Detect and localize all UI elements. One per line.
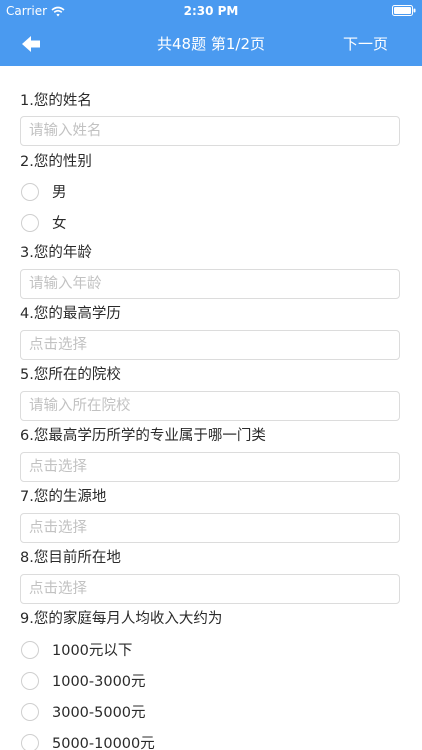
question-label: 9.您的家庭每月人均收入大约为 [20,611,223,627]
radio-circle-icon [21,672,39,690]
location-select-placeholder: 点击选择 [29,581,87,597]
radio-circle-icon [21,183,39,201]
origin-select[interactable]: 点击选择 [20,513,400,543]
income-option-3[interactable]: 3000-5000元 [20,701,320,725]
radio-circle-icon [21,214,39,232]
next-page-button[interactable]: 下一页 [343,34,388,54]
question-label: 3.您的年龄 [20,245,92,261]
radio-circle-icon [21,703,39,721]
question-label: 2.您的性别 [20,154,92,170]
radio-label: 1000元以下 [52,643,133,659]
question-label: 6.您最高学历所学的专业属于哪一门类 [20,428,266,444]
app-header: Carrier 2:30 PM 共48题 第1/2页 下一页 [0,0,422,66]
question-label: 1.您的姓名 [20,93,92,109]
nav-bar: 共48题 第1/2页 下一页 [0,22,422,66]
back-button[interactable] [20,32,60,56]
age-field[interactable]: 请输入年龄 [20,269,400,299]
radio-circle-icon [21,641,39,659]
gender-option-female[interactable]: 女 [20,212,320,236]
question-label: 4.您的最高学历 [20,306,121,322]
education-select[interactable]: 点击选择 [20,330,400,360]
clock: 2:30 PM [183,4,239,18]
radio-label: 1000-3000元 [52,674,146,690]
location-select[interactable]: 点击选择 [20,574,400,604]
major-select[interactable]: 点击选择 [20,452,400,482]
arrow-left-icon [22,36,40,52]
income-option-1[interactable]: 1000元以下 [20,639,320,663]
page-title: 共48题 第1/2页 [157,35,265,53]
radio-label: 5000-10000元 [52,736,155,750]
question-label: 5.您所在的院校 [20,367,121,383]
survey-screen: Carrier 2:30 PM 共48题 第1/2页 下一页 1.您的姓名 请输… [0,0,422,750]
major-select-placeholder: 点击选择 [29,459,87,475]
education-select-placeholder: 点击选择 [29,337,87,353]
battery-icon [392,5,416,16]
name-field-placeholder: 请输入姓名 [29,123,102,139]
gender-option-male[interactable]: 男 [20,181,320,205]
origin-select-placeholder: 点击选择 [29,520,87,536]
income-option-4[interactable]: 5000-10000元 [20,732,320,750]
school-field[interactable]: 请输入所在院校 [20,391,400,421]
radio-label: 男 [52,185,67,201]
school-field-placeholder: 请输入所在院校 [29,398,131,414]
age-field-placeholder: 请输入年龄 [29,276,102,292]
name-field[interactable]: 请输入姓名 [20,116,400,146]
question-label: 7.您的生源地 [20,489,107,505]
radio-label: 女 [52,216,67,232]
radio-label: 3000-5000元 [52,705,146,721]
status-bar: Carrier 2:30 PM [0,0,422,22]
question-label: 8.您目前所在地 [20,550,121,566]
income-option-2[interactable]: 1000-3000元 [20,670,320,694]
radio-circle-icon [21,734,39,750]
